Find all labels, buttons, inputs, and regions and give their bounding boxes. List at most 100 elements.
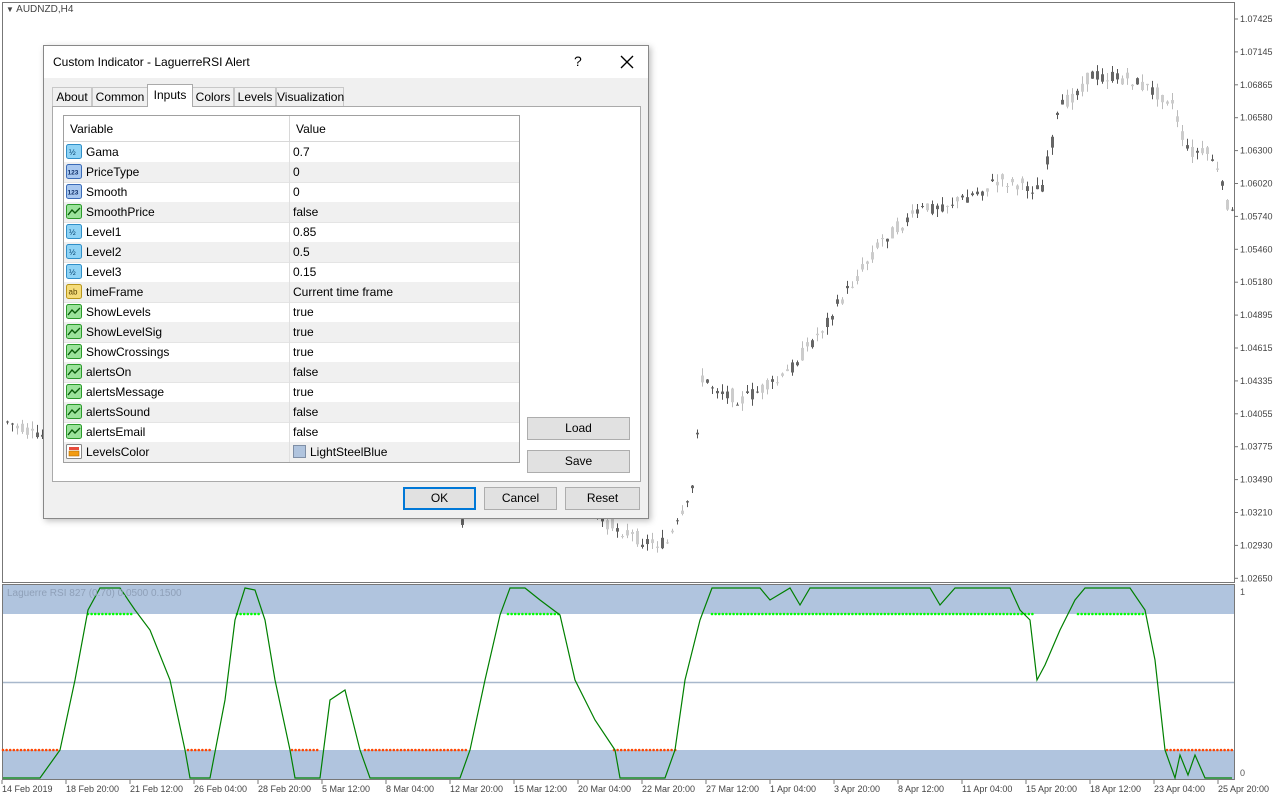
signal-dot	[453, 748, 457, 752]
param-name: timeFrame	[86, 285, 144, 299]
signal-dot	[627, 748, 630, 752]
time-label: 25 Apr 20:00	[1218, 784, 1269, 794]
help-button[interactable]: ?	[574, 53, 582, 69]
column-variable[interactable]: Variable	[70, 122, 113, 136]
signal-dot	[1172, 748, 1176, 752]
signal-dot	[980, 612, 984, 616]
param-row[interactable]: alertsOn false	[64, 362, 519, 383]
candle-body	[851, 286, 854, 288]
param-row[interactable]: alertsMessage true	[64, 382, 519, 403]
tab-colors[interactable]: Colors	[192, 87, 234, 106]
signal-dot	[381, 748, 385, 752]
inputs-panel: Variable Value ½ Gama 0.7 123 PriceType 0 123 S…	[52, 106, 641, 482]
signal-dot	[553, 612, 557, 616]
param-value[interactable]: true	[293, 345, 314, 359]
signal-dot	[417, 748, 421, 752]
param-row[interactable]: LevelsColor LightSteelBlue	[64, 442, 519, 462]
param-value[interactable]: 0.5	[293, 245, 310, 259]
dialog-titlebar[interactable]: Custom Indicator - LaguerreRSI Alert ?	[44, 46, 648, 78]
time-label: 8 Mar 04:00	[386, 784, 434, 794]
signal-dot	[919, 612, 923, 616]
param-value[interactable]: 0	[293, 185, 300, 199]
candle-body	[986, 188, 989, 192]
candle-body	[26, 427, 29, 435]
reset-button[interactable]: Reset	[565, 487, 640, 510]
param-value[interactable]: true	[293, 385, 314, 399]
signal-dot	[858, 612, 861, 616]
signal-dot	[370, 748, 374, 752]
candle-body	[901, 227, 904, 231]
signal-dot	[901, 612, 905, 616]
param-value[interactable]: false	[293, 205, 318, 219]
load-button[interactable]: Load	[527, 417, 630, 440]
param-value[interactable]: true	[293, 305, 314, 319]
param-row[interactable]: ½ Gama 0.7	[64, 142, 519, 163]
param-row[interactable]: 123 Smooth 0	[64, 182, 519, 203]
signal-dot	[23, 748, 26, 752]
signal-dot	[129, 612, 133, 616]
time-label: 11 Apr 04:00	[962, 784, 1012, 794]
param-row[interactable]: alertsEmail false	[64, 422, 519, 443]
param-row[interactable]: ShowLevelSig true	[64, 322, 519, 343]
param-row[interactable]: 123 PriceType 0	[64, 162, 519, 183]
param-value[interactable]: Current time frame	[293, 285, 393, 299]
param-row[interactable]: ½ Level1 0.85	[64, 222, 519, 243]
param-name: ShowLevels	[86, 305, 151, 319]
price-axis: 1.07425 1.07145 1.06865 1.06580 1.06300 1.060…	[1234, 14, 1273, 583]
candle-body	[1046, 156, 1049, 165]
tab-visualization[interactable]: Visualization	[276, 87, 344, 106]
tab-levels[interactable]: Levels	[234, 87, 276, 106]
param-row[interactable]: SmoothPrice false	[64, 202, 519, 223]
price-label: 1.02930	[1240, 540, 1273, 550]
signal-dot	[822, 612, 825, 616]
signal-dot	[797, 612, 800, 616]
save-button[interactable]: Save	[527, 450, 630, 473]
param-value[interactable]: false	[293, 425, 318, 439]
close-icon[interactable]	[607, 46, 647, 78]
tab-about[interactable]: About	[52, 87, 92, 106]
double-icon: ½	[66, 244, 82, 259]
signal-dot	[890, 612, 894, 616]
param-value[interactable]: false	[293, 405, 318, 419]
signal-dot	[851, 612, 854, 616]
param-value[interactable]: 0.7	[293, 145, 310, 159]
param-value[interactable]: false	[293, 365, 318, 379]
param-value[interactable]: 0.15	[293, 265, 316, 279]
signal-dot	[948, 612, 951, 616]
signal-dot	[847, 612, 851, 616]
candle-body	[836, 299, 839, 304]
signal-dot	[1198, 748, 1201, 752]
candle-body	[696, 432, 699, 435]
candle-body	[1156, 87, 1159, 100]
price-label: 1.03775	[1240, 442, 1273, 452]
candle-body	[701, 375, 704, 383]
ok-button[interactable]: OK	[403, 487, 476, 510]
param-value[interactable]: true	[293, 325, 314, 339]
candle-body	[1166, 101, 1169, 104]
candle-body	[1026, 186, 1029, 191]
signal-dot	[242, 612, 246, 616]
param-row[interactable]: alertsSound false	[64, 402, 519, 423]
price-label: 1.03490	[1240, 475, 1273, 485]
signal-dot	[923, 612, 926, 616]
signal-dot	[969, 612, 973, 616]
candle-body	[766, 380, 769, 390]
signal-dot	[549, 612, 553, 616]
signal-dot	[12, 748, 16, 752]
param-row[interactable]: ShowCrossings true	[64, 342, 519, 363]
column-value[interactable]: Value	[296, 122, 326, 136]
tab-common[interactable]: Common	[92, 87, 148, 106]
tab-inputs[interactable]: Inputs	[147, 84, 193, 107]
param-row[interactable]: ½ Level2 0.5	[64, 242, 519, 263]
cancel-button[interactable]: Cancel	[484, 487, 557, 510]
param-value[interactable]: 0	[293, 165, 300, 179]
param-row[interactable]: ShowLevels true	[64, 302, 519, 323]
param-row[interactable]: ½ Level3 0.15	[64, 262, 519, 283]
param-value[interactable]: LightSteelBlue	[293, 445, 387, 459]
param-row[interactable]: ab timeFrame Current time frame	[64, 282, 519, 303]
time-axis: 14 Feb 2019 18 Feb 20:00 21 Feb 12:00 26 Fe…	[1, 780, 1269, 794]
param-value[interactable]: 0.85	[293, 225, 316, 239]
signal-dot	[1134, 612, 1137, 616]
signal-dot	[239, 612, 242, 616]
price-label: 1.04895	[1240, 310, 1273, 320]
